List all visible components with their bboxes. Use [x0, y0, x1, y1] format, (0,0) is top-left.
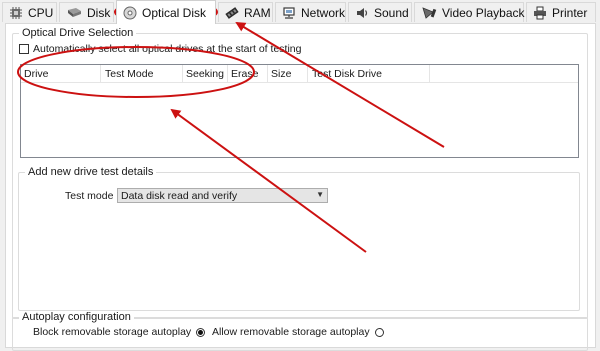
tab-ram[interactable]: RAM [218, 2, 273, 22]
column-header-drive[interactable]: Drive [24, 68, 49, 80]
test-mode-label: Test mode [65, 190, 114, 202]
column-separator[interactable] [227, 65, 228, 82]
tab-cpu[interactable]: CPU [2, 2, 57, 22]
column-header-test-mode[interactable]: Test Mode [105, 68, 153, 80]
tab-printer[interactable]: Printer [526, 2, 596, 22]
test-mode-value: Data disk read and verify [121, 189, 238, 202]
tab-strip: CPU Disk Optical Disk RAM Network Sound … [0, 0, 600, 24]
video-playback-icon [422, 6, 437, 19]
column-header-test-disk-drive[interactable]: Test Disk Drive [312, 68, 382, 80]
column-separator[interactable] [429, 65, 430, 82]
add-drive-test-title: Add new drive test details [25, 166, 157, 179]
ram-icon [225, 6, 239, 19]
column-separator[interactable] [100, 65, 101, 82]
block-autoplay-option[interactable]: Block removable storage autoplay [33, 326, 206, 338]
optical-drive-selection-group: Optical Drive Selection Automatically se… [12, 27, 588, 319]
sound-icon [357, 7, 368, 18]
allow-autoplay-option[interactable]: Allow removable storage autoplay [212, 326, 384, 338]
test-mode-select[interactable]: Data disk read and verify ▼ [117, 188, 328, 203]
auto-select-label: Automatically select all optical drives … [33, 43, 302, 55]
cpu-icon [10, 6, 22, 19]
tab-cpu-label: CPU [28, 5, 54, 20]
column-separator[interactable] [182, 65, 183, 82]
allow-autoplay-label: Allow removable storage autoplay [212, 326, 370, 338]
chevron-down-icon: ▼ [316, 190, 324, 199]
tab-sound-label: Sound [374, 5, 409, 20]
column-header-size[interactable]: Size [271, 68, 291, 80]
block-autoplay-label: Block removable storage autoplay [33, 326, 192, 338]
optical-drive-list-header: Drive Test Mode Seeking Erase Size Test … [21, 65, 578, 83]
column-separator[interactable] [307, 65, 308, 82]
column-header-seeking[interactable]: Seeking [186, 68, 224, 80]
optical-drive-list[interactable]: Drive Test Mode Seeking Erase Size Test … [20, 64, 579, 158]
tab-video-playback-label: Video Playback [442, 5, 525, 20]
column-header-erase[interactable]: Erase [231, 68, 258, 80]
optical-disk-icon [123, 6, 137, 19]
tab-ram-label: RAM [244, 5, 271, 20]
column-separator[interactable] [267, 65, 268, 82]
optical-drive-selection-title: Optical Drive Selection [19, 27, 137, 40]
tab-disk-label: Disk [87, 5, 111, 20]
auto-select-checkbox-row[interactable]: Automatically select all optical drives … [19, 43, 301, 55]
auto-select-checkbox[interactable] [19, 44, 29, 54]
tab-optical-disk[interactable]: Optical Disk [116, 0, 216, 24]
autoplay-configuration-group: Autoplay configuration Block removable s… [12, 311, 588, 351]
tab-sound[interactable]: Sound [348, 2, 412, 22]
tab-video-playback[interactable]: Video Playback [414, 2, 525, 22]
optical-disk-panel: Optical Drive Selection Automatically se… [5, 23, 596, 351]
disk-icon [68, 7, 81, 17]
allow-autoplay-radio[interactable] [374, 327, 384, 337]
tab-network[interactable]: Network [275, 2, 346, 22]
block-autoplay-radio[interactable] [196, 327, 206, 337]
tab-disk[interactable]: Disk [59, 2, 114, 22]
printer-icon [534, 6, 546, 19]
autoplay-configuration-title: Autoplay configuration [19, 311, 134, 324]
add-drive-test-group: Add new drive test details Test mode Dat… [18, 166, 580, 311]
tab-network-label: Network [301, 5, 346, 20]
network-icon [283, 6, 295, 19]
tab-optical-disk-label: Optical Disk [142, 5, 207, 20]
tab-printer-label: Printer [552, 5, 588, 20]
